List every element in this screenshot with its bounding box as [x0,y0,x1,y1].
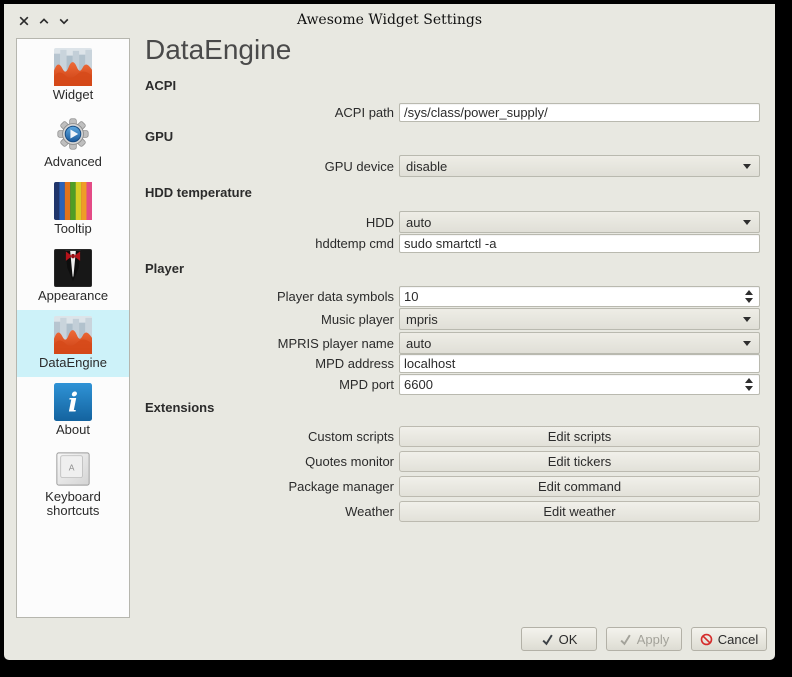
gpu-device-value: disable [406,159,447,174]
gpu-device-label: GPU device [145,159,399,174]
no-entry-icon [700,633,713,646]
sidebar-item-keyboard-shortcuts[interactable]: Keyboard shortcuts [17,444,129,526]
sidebar-item-label: Widget [53,88,93,102]
area-chart-icon [54,48,92,86]
keyboard-key-icon [54,450,92,488]
titlebar: Awesome Widget Settings [4,4,775,34]
player-symbols-label: Player data symbols [145,289,399,304]
sidebar-item-label: Appearance [38,289,108,303]
spinner-arrows-icon[interactable] [745,290,753,303]
row-mpd-address: MPD address [145,354,760,373]
music-player-select[interactable]: mpris [399,308,760,330]
hddtemp-cmd-input[interactable] [399,234,760,253]
tuxedo-icon [54,249,92,287]
row-package-manager: Package manager Edit command [145,476,760,497]
hdd-label: HDD [145,215,399,230]
mpd-port-value: 6600 [404,377,433,392]
sidebar-item-dataengine[interactable]: DataEngine [17,310,129,377]
section-extensions: Extensions [145,400,214,415]
music-player-label: Music player [145,312,399,327]
cancel-button[interactable]: Cancel [691,627,767,651]
color-stripes-icon [54,182,92,220]
hdd-value: auto [406,215,431,230]
area-chart-icon [54,316,92,354]
check-icon [541,633,554,646]
sidebar-item-tooltip[interactable]: Tooltip [17,176,129,243]
gear-play-icon [54,115,92,153]
sidebar-item-appearance[interactable]: Appearance [17,243,129,310]
mpris-name-label: MPRIS player name [145,336,399,351]
mpris-name-value: auto [406,336,431,351]
sidebar-item-advanced[interactable]: Advanced [17,109,129,176]
player-symbols-spinbox[interactable]: 10 [399,286,760,307]
row-hdd: HDD auto [145,211,760,233]
section-acpi: ACPI [145,78,176,93]
mpd-port-label: MPD port [145,377,399,392]
mpd-address-label: MPD address [145,356,399,371]
dropdown-arrow-icon [743,164,751,169]
sidebar-item-widget[interactable]: Widget [17,42,129,109]
sidebar-item-label: Keyboard shortcuts [21,490,125,518]
apply-button[interactable]: Apply [606,627,682,651]
row-music-player: Music player mpris [145,308,760,330]
sidebar-item-label: Advanced [44,155,102,169]
dropdown-arrow-icon [743,220,751,225]
info-icon [54,383,92,421]
hdd-select[interactable]: auto [399,211,760,233]
row-weather: Weather Edit weather [145,501,760,522]
desktop: { "window": { "title": "Awesome Widget S… [0,0,792,677]
edit-weather-button[interactable]: Edit weather [399,501,760,522]
dropdown-arrow-icon [743,317,751,322]
dropdown-arrow-icon [743,341,751,346]
row-custom-scripts: Custom scripts Edit scripts [145,426,760,447]
sidebar-item-about[interactable]: About [17,377,129,444]
mpd-port-spinbox[interactable]: 6600 [399,374,760,395]
row-quotes-monitor: Quotes monitor Edit tickers [145,451,760,472]
section-hdd: HDD temperature [145,185,252,200]
sidebar-item-label: About [56,423,90,437]
acpi-path-label: ACPI path [145,105,399,120]
package-manager-label: Package manager [145,479,399,494]
sidebar: Widget Advanced Tooltip Appearance DataE… [16,38,130,618]
weather-label: Weather [145,504,399,519]
window-title: Awesome Widget Settings [4,12,775,28]
mpris-name-select[interactable]: auto [399,332,760,354]
section-player: Player [145,261,184,276]
edit-command-button[interactable]: Edit command [399,476,760,497]
row-mpd-port: MPD port 6600 [145,374,760,395]
ok-button[interactable]: OK [521,627,597,651]
row-acpi-path: ACPI path [145,103,760,122]
apply-button-label: Apply [637,632,670,647]
music-player-value: mpris [406,312,438,327]
hddtemp-cmd-label: hddtemp cmd [145,236,399,251]
row-gpu-device: GPU device disable [145,155,760,177]
edit-scripts-button[interactable]: Edit scripts [399,426,760,447]
custom-scripts-label: Custom scripts [145,429,399,444]
sidebar-item-label: Tooltip [54,222,92,236]
edit-tickers-button[interactable]: Edit tickers [399,451,760,472]
sidebar-item-label: DataEngine [39,356,107,370]
settings-window: Awesome Widget Settings Widget Advanced … [4,4,775,660]
check-icon [619,633,632,646]
acpi-path-input[interactable] [399,103,760,122]
row-player-symbols: Player data symbols 10 [145,286,760,307]
row-hddtemp-cmd: hddtemp cmd [145,234,760,253]
cancel-button-label: Cancel [718,632,758,647]
spinner-arrows-icon[interactable] [745,378,753,391]
player-symbols-value: 10 [404,289,418,304]
section-gpu: GPU [145,129,173,144]
row-mpris-name: MPRIS player name auto [145,332,760,354]
gpu-device-select[interactable]: disable [399,155,760,177]
mpd-address-input[interactable] [399,354,760,373]
ok-button-label: OK [559,632,578,647]
quotes-monitor-label: Quotes monitor [145,454,399,469]
page-title: DataEngine [145,34,291,66]
